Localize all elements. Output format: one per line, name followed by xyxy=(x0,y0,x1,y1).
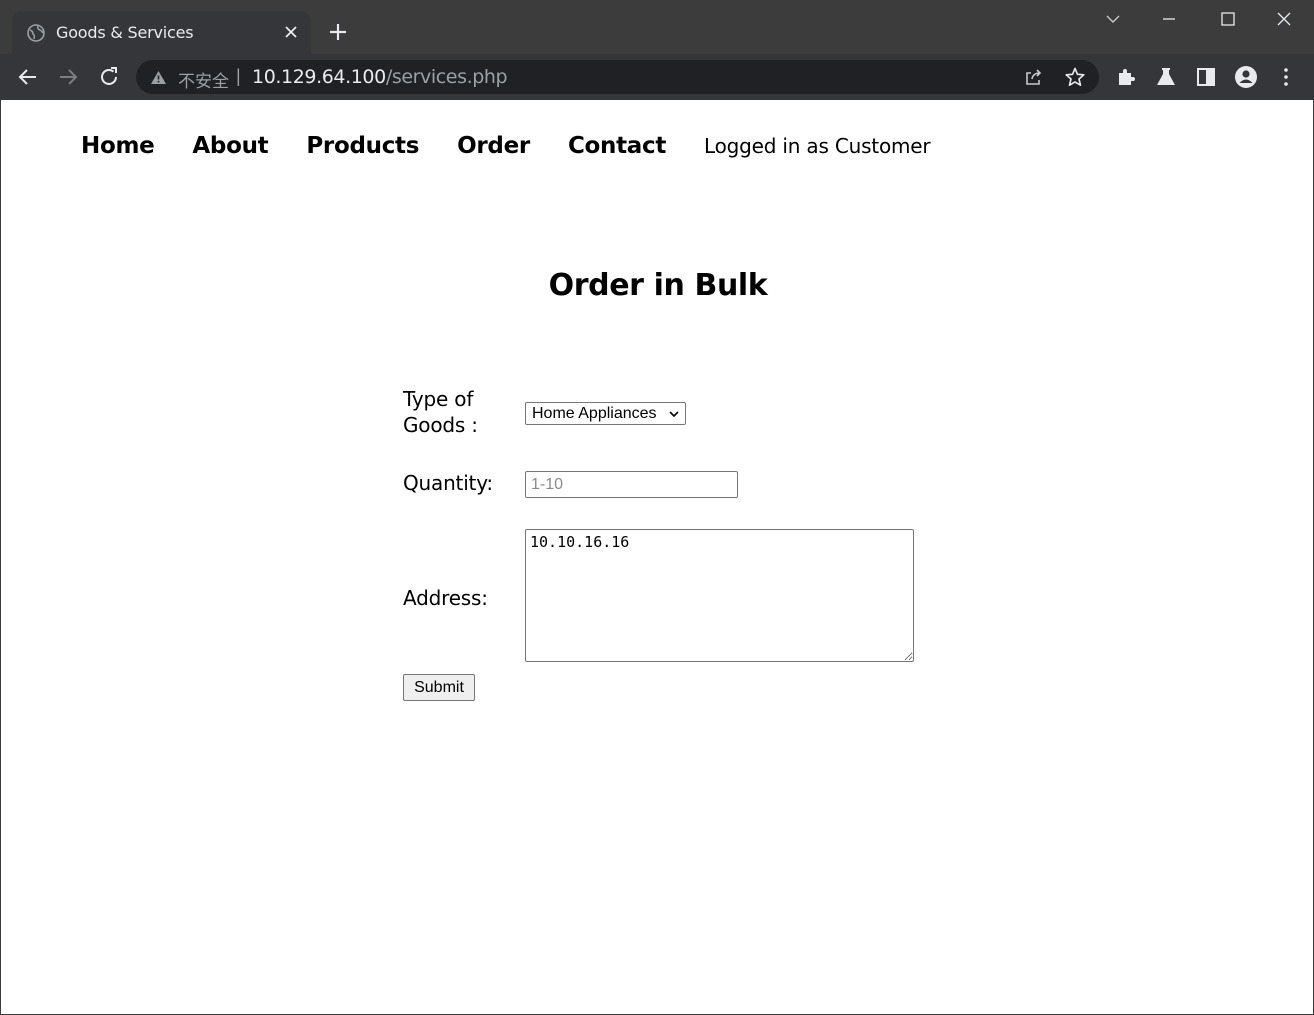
nav-link-order[interactable]: Order xyxy=(457,133,530,159)
tab-goods-services[interactable]: Goods & Services xyxy=(12,11,311,54)
kebab-menu-icon[interactable] xyxy=(1274,65,1298,89)
profile-icon[interactable] xyxy=(1234,65,1258,89)
browser-toolbar: 不安全 | 10.129.64.100/services.php xyxy=(0,54,1314,100)
address-bar[interactable]: 不安全 | 10.129.64.100/services.php xyxy=(136,60,1099,94)
star-icon[interactable] xyxy=(1064,66,1086,88)
maximize-icon[interactable] xyxy=(1217,8,1239,30)
tab-title: Goods & Services xyxy=(56,23,194,42)
omnibox-separator: | xyxy=(236,66,241,86)
plus-icon[interactable] xyxy=(327,21,349,43)
url-host: 10.129.64.100 xyxy=(252,66,386,88)
tab-strip: Goods & Services xyxy=(0,0,1314,54)
arrow-left-icon[interactable] xyxy=(16,65,40,89)
quantity-input[interactable] xyxy=(525,471,738,498)
goods-type-label-line1: Type of xyxy=(403,387,474,411)
goods-type-label: Type of Goods : xyxy=(403,386,478,438)
warning-icon[interactable] xyxy=(150,69,167,86)
nav-link-about[interactable]: About xyxy=(192,133,268,159)
page-title: Order in Bulk xyxy=(548,268,768,303)
goods-type-selected: Home Appliances xyxy=(532,405,657,422)
site-nav: Home About Products Order Contact Logged… xyxy=(81,133,931,159)
address-label: Address: xyxy=(403,586,488,610)
submit-button[interactable]: Submit xyxy=(403,674,475,701)
tab-search-icon[interactable] xyxy=(1102,8,1124,30)
side-panel-icon[interactable] xyxy=(1194,65,1218,89)
puzzle-icon[interactable] xyxy=(1115,65,1139,89)
close-icon[interactable] xyxy=(282,23,300,41)
share-icon[interactable] xyxy=(1024,67,1044,87)
nav-link-products[interactable]: Products xyxy=(306,133,419,159)
arrow-right-icon[interactable] xyxy=(56,65,80,89)
chevron-down-icon xyxy=(669,411,679,418)
nav-link-home[interactable]: Home xyxy=(81,133,155,159)
globe-icon xyxy=(27,24,45,42)
security-status[interactable]: 不安全 xyxy=(178,67,229,92)
login-status: Logged in as Customer xyxy=(704,134,931,158)
url-path: /services.php xyxy=(385,66,508,88)
address-textarea[interactable]: 10.10.16.16 xyxy=(525,529,914,662)
goods-type-select[interactable]: Home Appliances xyxy=(525,402,686,425)
quantity-label: Quantity: xyxy=(403,471,493,495)
window-close-icon[interactable] xyxy=(1273,8,1295,30)
goods-type-label-line2: Goods : xyxy=(403,413,478,437)
url-text[interactable]: 10.129.64.100/services.php xyxy=(252,66,508,88)
page-content: Home About Products Order Contact Logged… xyxy=(0,100,1314,1015)
minimize-icon[interactable] xyxy=(1158,8,1180,30)
flask-icon[interactable] xyxy=(1154,65,1178,89)
nav-link-contact[interactable]: Contact xyxy=(568,133,666,159)
reload-icon[interactable] xyxy=(97,65,121,89)
